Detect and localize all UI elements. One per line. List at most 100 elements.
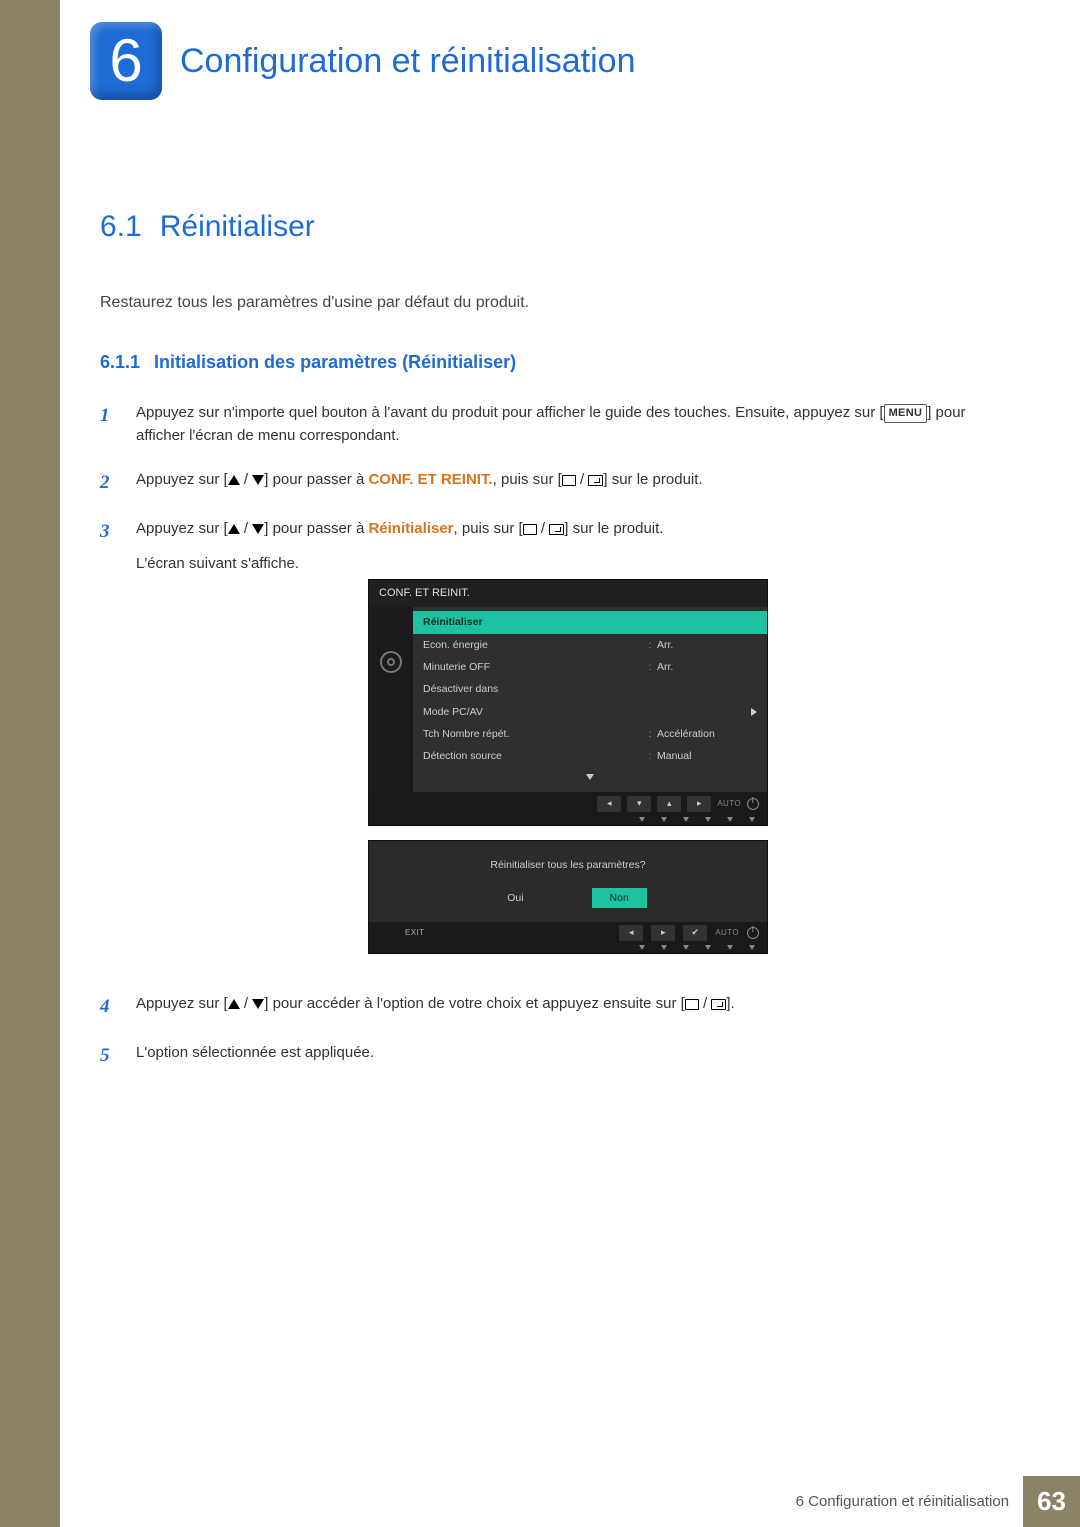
chapter-number-badge: 6 bbox=[90, 22, 162, 100]
step-5: 5 L'option sélectionnée est appliquée. bbox=[100, 1041, 1000, 1070]
osd-row-value: Arr. bbox=[657, 637, 757, 653]
menu-path: CONF. ET REINIT. bbox=[368, 471, 492, 488]
step-number: 3 bbox=[100, 517, 118, 972]
osd-row-value: Arr. bbox=[657, 659, 757, 675]
gear-icon bbox=[380, 651, 402, 673]
text: ] pour passer à bbox=[264, 471, 368, 488]
nav-right-icon: ▸ bbox=[651, 925, 675, 941]
page-footer: 6 Configuration et réinitialisation 63 bbox=[782, 1476, 1080, 1527]
up-arrow-icon bbox=[228, 999, 240, 1009]
osd-row-detection: Détection source:Manual bbox=[413, 745, 767, 767]
menu-path: Réinitialiser bbox=[368, 520, 453, 537]
power-icon bbox=[747, 927, 759, 939]
nav-carets bbox=[369, 816, 767, 825]
enter-icon bbox=[711, 999, 726, 1010]
osd-scroll-hint bbox=[413, 767, 767, 786]
down-arrow-icon bbox=[252, 475, 264, 485]
text: , puis sur [ bbox=[454, 520, 523, 537]
screen-icon bbox=[523, 524, 537, 535]
enter-icon bbox=[588, 475, 603, 486]
step-number: 5 bbox=[100, 1041, 118, 1070]
nav-auto-label: AUTO bbox=[715, 927, 739, 939]
footer-page-number: 63 bbox=[1023, 1476, 1080, 1527]
osd-confirm-dialog: Réinitialiser tous les paramètres? Oui N… bbox=[368, 840, 768, 954]
content-area: 6.1 Réinitialiser Restaurez tous les para… bbox=[60, 100, 1080, 1071]
down-arrow-icon bbox=[252, 999, 264, 1009]
dialog-yes-button: Oui bbox=[489, 888, 541, 908]
text: L'écran suivant s'affiche. bbox=[136, 552, 1000, 575]
exit-label: EXIT bbox=[405, 927, 424, 939]
down-caret-icon bbox=[586, 774, 594, 780]
osd-row-mode-pcav: Mode PC/AV bbox=[413, 701, 767, 723]
section-number: 6.1 bbox=[100, 210, 142, 243]
section-title: Réinitialiser bbox=[160, 210, 315, 243]
text: Appuyez sur [ bbox=[136, 520, 228, 537]
text: ] sur le produit. bbox=[564, 520, 663, 537]
osd-screenshots: CONF. ET REINIT. Réinitialiser Econ. éne… bbox=[136, 579, 1000, 953]
nav-left-icon: ◂ bbox=[619, 925, 643, 941]
text: Appuyez sur n'importe quel bouton à l'av… bbox=[136, 404, 884, 421]
nav-auto-label: AUTO bbox=[717, 798, 741, 810]
step-number: 1 bbox=[100, 401, 118, 448]
osd-row-label: Détection source bbox=[423, 748, 643, 764]
step-4: 4 Appuyez sur [ / ] pour accéder à l'opt… bbox=[100, 992, 1000, 1021]
step-1: 1 Appuyez sur n'importe quel bouton à l'… bbox=[100, 401, 1000, 448]
text: ] pour accéder à l'option de votre choix… bbox=[264, 995, 685, 1012]
dialog-buttons: Oui Non bbox=[369, 888, 767, 922]
osd-row-reinitialiser: Réinitialiser bbox=[413, 611, 767, 633]
subsection-title: Initialisation des paramètres (Réinitial… bbox=[154, 352, 516, 372]
dialog-no-button: Non bbox=[592, 888, 647, 908]
osd-row-desactiver: Désactiver dans bbox=[413, 678, 767, 700]
osd-row-minuterie: Minuterie OFF:Arr. bbox=[413, 656, 767, 678]
osd-title: CONF. ET REINIT. bbox=[369, 580, 767, 607]
screen-icon bbox=[562, 475, 576, 486]
step-body: Appuyez sur [ / ] pour passer à CONF. ET… bbox=[136, 468, 1000, 497]
sidebar-strip bbox=[0, 0, 60, 1527]
osd-row-tch-repet: Tch Nombre répét.:Accélération bbox=[413, 723, 767, 745]
footer-chapter-label: 6 Configuration et réinitialisation bbox=[782, 1476, 1023, 1527]
dialog-question: Réinitialiser tous les paramètres? bbox=[369, 857, 767, 887]
enter-icon bbox=[549, 524, 564, 535]
osd-menu: CONF. ET REINIT. Réinitialiser Econ. éne… bbox=[368, 579, 768, 826]
step-3: 3 Appuyez sur [ / ] pour passer à Réinit… bbox=[100, 517, 1000, 972]
osd-row-label: Mode PC/AV bbox=[423, 704, 751, 720]
chapter-title: Configuration et réinitialisation bbox=[180, 42, 635, 81]
step-body: L'option sélectionnée est appliquée. bbox=[136, 1041, 1000, 1070]
nav-down-icon: ▾ bbox=[627, 796, 651, 812]
step-2: 2 Appuyez sur [ / ] pour passer à CONF. … bbox=[100, 468, 1000, 497]
osd-nav-bar: ◂ ▾ ▴ ▸ AUTO bbox=[369, 792, 767, 816]
step-list: 1 Appuyez sur n'importe quel bouton à l'… bbox=[100, 401, 1000, 1071]
nav-carets bbox=[369, 944, 767, 953]
text: ] pour passer à bbox=[264, 520, 368, 537]
nav-ok-icon: ✔ bbox=[683, 925, 707, 941]
power-icon bbox=[747, 798, 759, 810]
text: , puis sur [ bbox=[493, 471, 562, 488]
osd-row-label: Désactiver dans bbox=[423, 681, 757, 697]
section-heading: 6.1 Réinitialiser bbox=[100, 210, 1000, 244]
osd-rows: Réinitialiser Econ. énergie:Arr. Minuter… bbox=[413, 607, 767, 792]
osd-row-value: Manual bbox=[657, 748, 757, 764]
osd-row-econ-energie: Econ. énergie:Arr. bbox=[413, 634, 767, 656]
osd-row-value: Accélération bbox=[657, 726, 757, 742]
section-intro: Restaurez tous les paramètres d'usine pa… bbox=[100, 294, 1000, 312]
subsection-number: 6.1.1 bbox=[100, 352, 140, 372]
page-body: 6 Configuration et réinitialisation 6.1 R… bbox=[60, 0, 1080, 1527]
text: ] sur le produit. bbox=[603, 471, 702, 488]
submenu-arrow-icon bbox=[751, 708, 757, 716]
step-body: Appuyez sur [ / ] pour passer à Réinitia… bbox=[136, 517, 1000, 972]
osd-row-label: Tch Nombre répét. bbox=[423, 726, 643, 742]
osd-row-label: Minuterie OFF bbox=[423, 659, 643, 675]
up-arrow-icon bbox=[228, 524, 240, 534]
text: ]. bbox=[726, 995, 734, 1012]
step-body: Appuyez sur [ / ] pour accéder à l'optio… bbox=[136, 992, 1000, 1021]
nav-up-icon: ▴ bbox=[657, 796, 681, 812]
text: Appuyez sur [ bbox=[136, 995, 228, 1012]
osd-row-label: Econ. énergie bbox=[423, 637, 643, 653]
menu-key-icon: MENU bbox=[884, 404, 928, 423]
down-arrow-icon bbox=[252, 524, 264, 534]
chapter-header: 6 Configuration et réinitialisation bbox=[60, 0, 1080, 100]
osd-icon-column bbox=[369, 607, 413, 792]
up-arrow-icon bbox=[228, 475, 240, 485]
dialog-nav-bar: EXIT ◂ ▸ ✔ AUTO bbox=[369, 922, 767, 944]
step-number: 2 bbox=[100, 468, 118, 497]
